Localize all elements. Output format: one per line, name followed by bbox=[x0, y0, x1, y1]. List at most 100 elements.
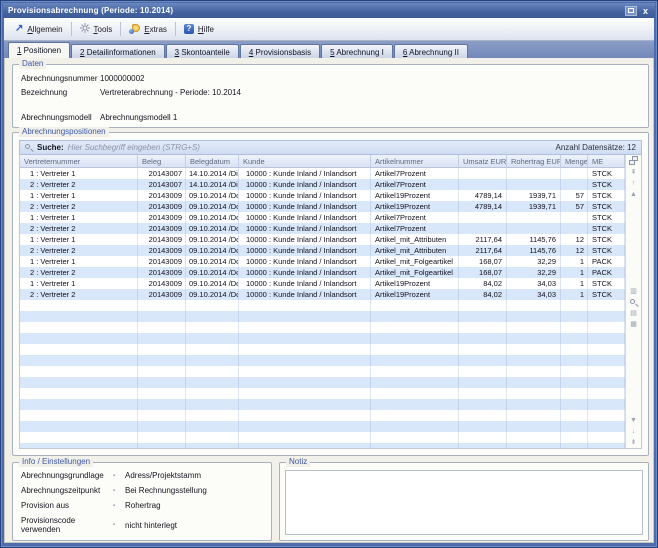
cell-rohertrag[interactable]: 34,03 bbox=[507, 289, 561, 300]
cell-vertreternummer[interactable] bbox=[20, 322, 138, 333]
cell-beleg[interactable]: 20143009 bbox=[138, 289, 186, 300]
row-up-icon[interactable]: ▲ bbox=[630, 191, 637, 199]
cell-menge[interactable] bbox=[561, 366, 588, 377]
cell-vertreternummer[interactable] bbox=[20, 410, 138, 421]
cell-kunde[interactable]: 10000 : Kunde Inland / Inlandsort bbox=[239, 256, 371, 267]
cell-rohertrag[interactable] bbox=[507, 168, 561, 179]
cell-menge[interactable] bbox=[561, 443, 588, 448]
cell-kunde[interactable]: 10000 : Kunde Inland / Inlandsort bbox=[239, 212, 371, 223]
tab-abrechnung-1[interactable]: 5 Abrechnung I bbox=[321, 44, 393, 58]
cell-me[interactable]: STCK bbox=[588, 245, 625, 256]
cell-artikelnummer[interactable] bbox=[371, 322, 459, 333]
cell-menge[interactable]: 12 bbox=[561, 234, 588, 245]
cell-me[interactable]: STCK bbox=[588, 179, 625, 190]
cell-artikelnummer[interactable]: Artikel_mit_Attributen bbox=[371, 245, 459, 256]
cell-menge[interactable]: 12 bbox=[561, 245, 588, 256]
cell-belegdatum[interactable]: 09.10.2014 /Do bbox=[186, 234, 239, 245]
cell-me[interactable]: STCK bbox=[588, 289, 625, 300]
filter-icon[interactable]: ▦ bbox=[630, 321, 637, 329]
cell-artikelnummer[interactable] bbox=[371, 311, 459, 322]
cell-umsatz[interactable] bbox=[459, 344, 507, 355]
header-vertreternummer[interactable]: Vertreternummer bbox=[20, 155, 138, 167]
cell-beleg[interactable]: 20143009 bbox=[138, 234, 186, 245]
cell-beleg[interactable] bbox=[138, 421, 186, 432]
cell-me[interactable] bbox=[588, 366, 625, 377]
column-settings-icon[interactable]: ▥ bbox=[630, 288, 637, 296]
cell-menge[interactable] bbox=[561, 410, 588, 421]
cell-umsatz[interactable]: 168,07 bbox=[459, 267, 507, 278]
cell-umsatz[interactable]: 84,02 bbox=[459, 289, 507, 300]
cell-artikelnummer[interactable] bbox=[371, 355, 459, 366]
cell-artikelnummer[interactable]: Artikel7Prozent bbox=[371, 179, 459, 190]
cell-belegdatum[interactable] bbox=[186, 443, 239, 448]
cell-belegdatum[interactable]: 09.10.2014 /Do bbox=[186, 190, 239, 201]
cell-artikelnummer[interactable]: Artikel7Prozent bbox=[371, 168, 459, 179]
cell-menge[interactable]: 57 bbox=[561, 190, 588, 201]
header-beleg[interactable]: Beleg bbox=[138, 155, 186, 167]
cell-vertreternummer[interactable] bbox=[20, 300, 138, 311]
cell-belegdatum[interactable]: 09.10.2014 /Do bbox=[186, 201, 239, 212]
cell-vertreternummer[interactable]: 1 : Vertreter 1 bbox=[20, 190, 138, 201]
cell-belegdatum[interactable] bbox=[186, 311, 239, 322]
cell-me[interactable]: STCK bbox=[588, 168, 625, 179]
cell-vertreternummer[interactable]: 2 : Vertreter 2 bbox=[20, 179, 138, 190]
cell-rohertrag[interactable] bbox=[507, 333, 561, 344]
table-row[interactable]: 1 : Vertreter 1 20143009 09.10.2014 /Do … bbox=[20, 256, 625, 267]
table-row[interactable]: 1 : Vertreter 1 20143009 09.10.2014 /Do … bbox=[20, 190, 625, 201]
table-row[interactable]: 2 : Vertreter 2 20143007 14.10.2014 /Di … bbox=[20, 179, 625, 190]
cell-beleg[interactable]: 20143009 bbox=[138, 245, 186, 256]
cell-artikelnummer[interactable]: Artikel19Prozent bbox=[371, 289, 459, 300]
zoom-icon[interactable] bbox=[630, 299, 638, 307]
header-artikelnummer[interactable]: Artikelnummer bbox=[371, 155, 459, 167]
cell-artikelnummer[interactable] bbox=[371, 399, 459, 410]
cell-kunde[interactable] bbox=[239, 410, 371, 421]
cell-beleg[interactable]: 20143009 bbox=[138, 212, 186, 223]
cell-menge[interactable]: 1 bbox=[561, 267, 588, 278]
cell-menge[interactable] bbox=[561, 377, 588, 388]
cell-artikelnummer[interactable]: Artikel_mit_Folgeartikel bbox=[371, 267, 459, 278]
cell-kunde[interactable] bbox=[239, 300, 371, 311]
cell-menge[interactable] bbox=[561, 333, 588, 344]
scroll-to-top-icon[interactable]: ⇞ bbox=[631, 169, 637, 177]
cell-rohertrag[interactable] bbox=[507, 421, 561, 432]
scroll-down-icon[interactable]: ↓ bbox=[632, 428, 636, 436]
cell-artikelnummer[interactable]: Artikel7Prozent bbox=[371, 212, 459, 223]
cell-me[interactable]: STCK bbox=[588, 223, 625, 234]
cell-beleg[interactable] bbox=[138, 300, 186, 311]
table-row[interactable]: 1 : Vertreter 1 20143009 09.10.2014 /Do … bbox=[20, 212, 625, 223]
cell-umsatz[interactable]: 168,07 bbox=[459, 256, 507, 267]
cell-beleg[interactable]: 20143009 bbox=[138, 223, 186, 234]
cell-kunde[interactable] bbox=[239, 388, 371, 399]
cell-rohertrag[interactable] bbox=[507, 399, 561, 410]
cell-umsatz[interactable]: 4789,14 bbox=[459, 201, 507, 212]
cell-menge[interactable] bbox=[561, 311, 588, 322]
cell-umsatz[interactable] bbox=[459, 366, 507, 377]
tab-detailinformationen[interactable]: 2 Detailinformationen bbox=[71, 44, 165, 58]
cell-beleg[interactable] bbox=[138, 344, 186, 355]
cell-kunde[interactable] bbox=[239, 399, 371, 410]
cell-beleg[interactable] bbox=[138, 366, 186, 377]
cell-kunde[interactable]: 10000 : Kunde Inland / Inlandsort bbox=[239, 234, 371, 245]
cell-menge[interactable] bbox=[561, 168, 588, 179]
cell-beleg[interactable]: 20143009 bbox=[138, 256, 186, 267]
cell-me[interactable] bbox=[588, 399, 625, 410]
cell-umsatz[interactable] bbox=[459, 355, 507, 366]
scroll-up-icon[interactable]: ↑ bbox=[632, 180, 636, 188]
cell-beleg[interactable] bbox=[138, 410, 186, 421]
cell-belegdatum[interactable] bbox=[186, 300, 239, 311]
cell-belegdatum[interactable]: 14.10.2014 /Di bbox=[186, 168, 239, 179]
cell-kunde[interactable]: 10000 : Kunde Inland / Inlandsort bbox=[239, 168, 371, 179]
cell-rohertrag[interactable] bbox=[507, 344, 561, 355]
restore-button[interactable] bbox=[625, 6, 637, 16]
cell-artikelnummer[interactable] bbox=[371, 377, 459, 388]
cell-menge[interactable] bbox=[561, 223, 588, 234]
cell-vertreternummer[interactable]: 2 : Vertreter 2 bbox=[20, 245, 138, 256]
cell-kunde[interactable]: 10000 : Kunde Inland / Inlandsort bbox=[239, 223, 371, 234]
cell-umsatz[interactable] bbox=[459, 410, 507, 421]
cell-beleg[interactable]: 20143009 bbox=[138, 201, 186, 212]
cell-belegdatum[interactable]: 09.10.2014 /Do bbox=[186, 245, 239, 256]
cell-me[interactable]: STCK bbox=[588, 212, 625, 223]
cell-artikelnummer[interactable]: Artikel_mit_Attributen bbox=[371, 234, 459, 245]
cell-beleg[interactable] bbox=[138, 355, 186, 366]
cell-umsatz[interactable] bbox=[459, 311, 507, 322]
